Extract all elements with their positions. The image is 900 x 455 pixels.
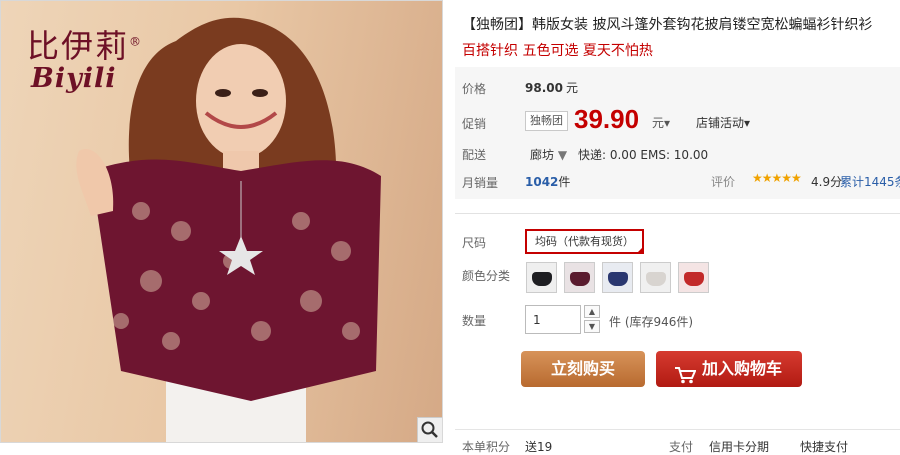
shipping-label: 配送 xyxy=(462,148,487,162)
swatch-garment xyxy=(532,272,552,286)
shipping-origin-select[interactable]: 廊坊 ▼ xyxy=(530,146,567,163)
color-swatch-black[interactable] xyxy=(526,262,557,293)
color-swatch-red[interactable] xyxy=(678,262,709,293)
product-subtitle: 百搭针织 五色可选 夏天不怕热 xyxy=(462,43,653,59)
original-price: 98.00 元 xyxy=(525,81,578,95)
chevron-down-icon: ▾ xyxy=(744,116,751,130)
buy-now-button[interactable]: 立刻购买 xyxy=(521,351,645,387)
magnifier-icon[interactable] xyxy=(417,417,442,442)
rating-score: 4.9分 xyxy=(811,175,843,189)
stock-info: 件 (库存946件) xyxy=(609,315,694,329)
product-main-image[interactable]: 比伊莉® Biyili xyxy=(0,0,443,443)
quantity-increase-button[interactable]: ▲ xyxy=(584,305,600,318)
promo-price: 39.90 xyxy=(574,104,640,134)
quantity-decrease-button[interactable]: ▼ xyxy=(584,320,600,333)
swatch-garment xyxy=(684,272,704,286)
promo-label: 促销 xyxy=(462,117,487,131)
price-label: 价格 xyxy=(462,82,487,96)
brand-logo-en: Biyili xyxy=(31,63,117,94)
shop-activity-dropdown[interactable]: 店铺活动▾ xyxy=(696,114,750,131)
caret-down-icon: ▼ xyxy=(588,322,596,331)
size-option-selected[interactable]: 均码（代款有现货） xyxy=(525,229,644,254)
color-swatch-wine[interactable] xyxy=(564,262,595,293)
color-swatch-white[interactable] xyxy=(640,262,671,293)
sales-label: 月销量 xyxy=(462,176,499,190)
shipping-fees: 快递: 0.00 EMS: 10.00 xyxy=(578,148,709,162)
size-label: 尺码 xyxy=(462,236,487,250)
add-to-cart-label: 加入购物车 xyxy=(702,359,783,378)
brand-logo-cn: 比伊莉® xyxy=(27,27,144,65)
swatch-garment xyxy=(608,272,628,286)
promo-tag: 独畅团 xyxy=(525,111,568,131)
rating-label: 评价 xyxy=(711,175,736,189)
cart-icon xyxy=(674,361,697,397)
bottom-info-bar: 本单积分 送19 支付 信用卡分期 快捷支付 xyxy=(455,429,900,454)
monthly-sales: 1042件 xyxy=(525,175,571,189)
caret-up-icon: ▲ xyxy=(588,307,596,316)
color-swatch-navy[interactable] xyxy=(602,262,633,293)
swatch-garment xyxy=(646,272,666,286)
swatch-garment xyxy=(570,272,590,286)
total-reviews-link[interactable]: 累计1445条 xyxy=(840,173,900,190)
product-title: 【独畅团】韩版女装 披风斗篷外套钩花披肩镂空宽松蝙蝠衫针织衫 xyxy=(462,17,873,33)
divider xyxy=(455,213,900,214)
rating-stars: ★★★★★ xyxy=(752,171,802,185)
color-label: 颜色分类 xyxy=(462,269,511,283)
chevron-down-icon: ▾ xyxy=(664,116,671,130)
quantity-input[interactable]: 1 xyxy=(525,305,581,334)
caret-down-icon: ▼ xyxy=(557,148,568,162)
add-to-cart-button[interactable]: 加入购物车 xyxy=(656,351,802,387)
currency-selector[interactable]: 元▾ xyxy=(652,114,670,131)
quantity-label: 数量 xyxy=(462,314,487,328)
